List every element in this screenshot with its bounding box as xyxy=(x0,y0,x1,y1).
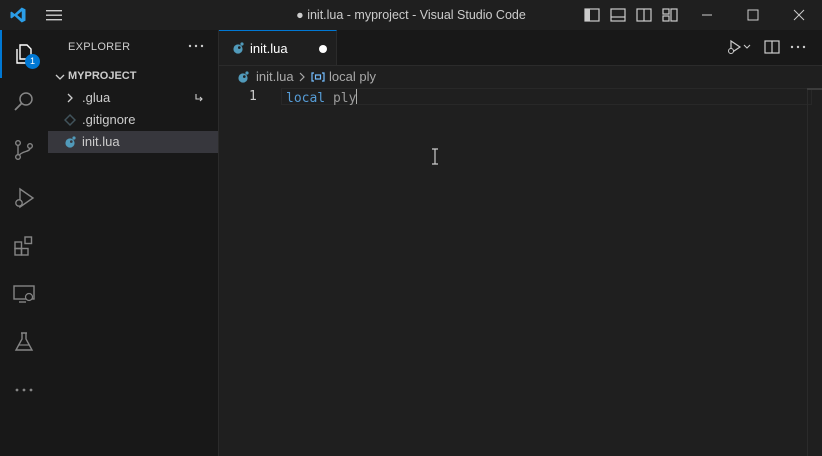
tree-item-label: .glua xyxy=(82,90,111,105)
chevron-right-icon xyxy=(67,93,73,103)
customize-layout-icon[interactable] xyxy=(660,5,680,25)
workspace-section-header[interactable]: MYPROJECT xyxy=(48,67,218,89)
breadcrumb: init.lua local ply xyxy=(219,66,822,88)
editor-tabs: init.lua xyxy=(219,30,822,66)
ellipsis-icon xyxy=(15,388,33,392)
toggle-primary-sidebar-icon[interactable] xyxy=(582,5,602,25)
text-cursor xyxy=(356,89,358,104)
chevron-right-icon xyxy=(299,72,305,82)
lua-file-icon xyxy=(233,42,244,54)
editor-more-actions-icon[interactable] xyxy=(789,38,807,56)
activity-source-control[interactable] xyxy=(0,126,48,174)
explorer-badge: 1 xyxy=(25,54,40,69)
run-debug-icon xyxy=(15,187,35,209)
identifier-token: ply xyxy=(332,91,357,106)
maximize-button[interactable] xyxy=(730,0,776,30)
breadcrumb-file[interactable]: init.lua xyxy=(256,69,294,84)
activity-run-debug[interactable] xyxy=(0,174,48,222)
toggle-panel-icon[interactable] xyxy=(608,5,628,25)
more-actions-icon[interactable] xyxy=(186,38,206,54)
sidebar-title: EXPLORER xyxy=(68,41,131,53)
activity-extensions[interactable] xyxy=(0,222,48,270)
tree-item-label: .gitignore xyxy=(82,112,136,127)
scrollbar-slider[interactable] xyxy=(807,88,822,90)
extensions-icon xyxy=(14,236,33,256)
lua-file-icon xyxy=(238,71,249,83)
search-icon xyxy=(14,92,33,111)
tab-init-lua[interactable]: init.lua xyxy=(219,30,337,65)
active-indicator xyxy=(0,30,2,78)
activity-bar: 1 xyxy=(0,30,48,456)
minimize-button[interactable] xyxy=(684,0,730,30)
workspace-name: MYPROJECT xyxy=(68,70,137,82)
activity-more[interactable] xyxy=(0,366,48,414)
close-window-button[interactable] xyxy=(776,0,822,30)
explorer-sidebar: EXPLORER MYPROJECT .glua .gitignore init… xyxy=(48,30,219,456)
run-debug-dropdown-icon[interactable] xyxy=(725,38,751,56)
variable-symbol-icon xyxy=(311,72,325,82)
tab-label: init.lua xyxy=(250,41,288,56)
activity-search[interactable] xyxy=(0,78,48,126)
activity-remote-explorer[interactable] xyxy=(0,270,48,318)
tree-item-gitignore[interactable]: .gitignore xyxy=(48,109,218,131)
title-bar: ● init.lua - myproject - Visual Studio C… xyxy=(0,0,822,30)
activity-testing[interactable] xyxy=(0,318,48,366)
breadcrumb-symbol[interactable]: local ply xyxy=(329,69,376,84)
symlink-arrow-icon xyxy=(195,94,203,102)
ibeam-cursor-icon xyxy=(432,148,438,165)
tree-item-init-lua[interactable]: init.lua xyxy=(48,131,218,153)
source-control-icon xyxy=(15,140,33,161)
overview-ruler[interactable] xyxy=(807,88,808,456)
tree-item-glua[interactable]: .glua xyxy=(48,87,218,109)
code-line[interactable]: local ply xyxy=(286,89,358,106)
line-number: 1 xyxy=(249,89,257,104)
activity-explorer[interactable]: 1 xyxy=(0,30,48,78)
unsaved-dot-icon[interactable] xyxy=(319,45,327,53)
git-file-icon xyxy=(64,113,76,127)
current-line-highlight xyxy=(281,88,812,105)
code-editor[interactable]: 1 local ply xyxy=(219,88,822,456)
split-editor-icon[interactable] xyxy=(763,38,781,56)
remote-explorer-icon xyxy=(13,285,35,303)
lua-file-icon xyxy=(65,136,76,148)
keyword-token: local xyxy=(286,91,326,106)
chevron-down-icon xyxy=(55,74,65,80)
testing-flask-icon xyxy=(14,332,34,351)
tree-item-label: init.lua xyxy=(82,134,120,149)
toggle-secondary-sidebar-icon[interactable] xyxy=(634,5,654,25)
